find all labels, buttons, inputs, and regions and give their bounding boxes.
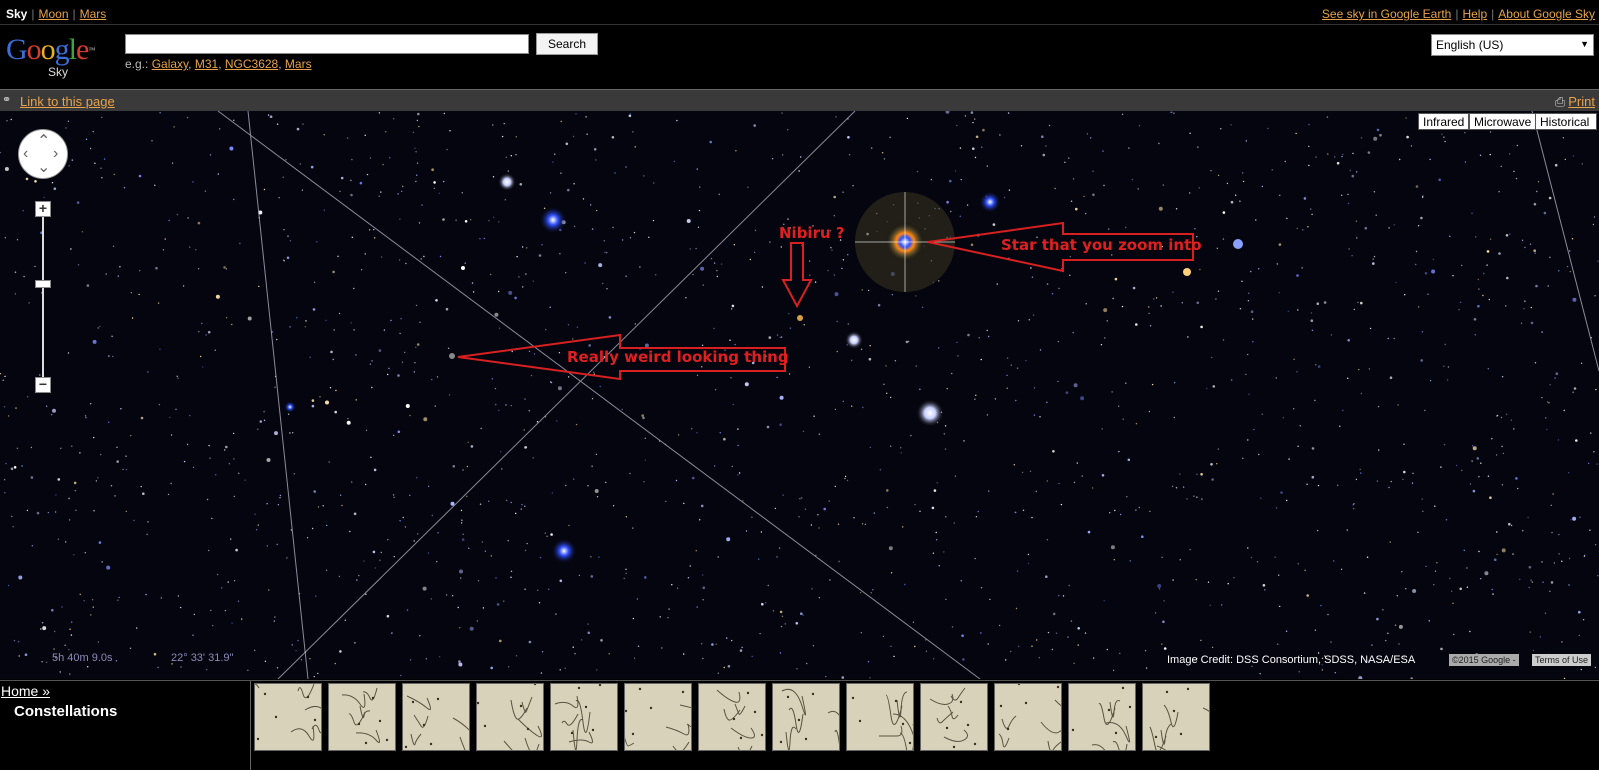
zoom-slider-handle[interactable] [35, 280, 51, 288]
constellation-illustration [1069, 684, 1135, 750]
chain-link-icon: ⚭ [2, 94, 12, 106]
constellation-illustration [1143, 684, 1209, 750]
pan-left-icon[interactable]: ‹ [23, 146, 28, 162]
terms-of-use-link[interactable]: Terms of Use [1532, 654, 1592, 666]
infrared-button[interactable]: Infrared [1418, 113, 1470, 130]
sky-map[interactable]: Nibiru ? Star that you zoom into Really … [0, 111, 1599, 679]
logo-subtitle: Sky [48, 65, 69, 79]
constellation-thumbnail[interactable] [698, 683, 766, 751]
zoom-out-button[interactable]: − [35, 377, 51, 393]
chevron-down-icon: ▼ [1580, 39, 1589, 49]
copyright: ©2015 Google - [1449, 654, 1519, 666]
constellation-thumbnail[interactable] [920, 683, 988, 751]
constellation-thumbnail[interactable] [1142, 683, 1210, 751]
gallery-sidebar: Home » Constellations [0, 681, 251, 770]
bright-stars [284, 173, 1243, 564]
language-select[interactable]: English (US) ▼ [1431, 34, 1594, 56]
example-ngc3628-link[interactable]: NGC3628 [225, 57, 278, 71]
constellation-thumbnail[interactable] [550, 683, 618, 751]
nav-moon-link[interactable]: Moon [38, 7, 68, 21]
header: Google™ Sky Search e.g.: Galaxy, M31, NG… [0, 25, 1599, 87]
link-bar: ⚭ Link to this page ⎙ Print [0, 89, 1599, 112]
constellation-thumbnail[interactable] [402, 683, 470, 751]
constellation-illustration [625, 684, 691, 750]
constellation-thumbnail[interactable] [476, 683, 544, 751]
constellation-thumbnail[interactable] [254, 683, 322, 751]
constellation-thumbnail[interactable] [1068, 683, 1136, 751]
printer-icon: ⎙ [1554, 94, 1566, 109]
constellation-thumbnail[interactable] [772, 683, 840, 751]
nav-sky: Sky [6, 7, 28, 21]
link-to-page[interactable]: Link to this page [20, 94, 115, 109]
declination-readout: 22° 33' 31.9" [171, 652, 234, 664]
bottom-panel: Home » Constellations [0, 680, 1599, 770]
constellation-illustration [773, 684, 839, 750]
constellation-thumbnail[interactable] [328, 683, 396, 751]
constellation-illustration [255, 684, 321, 750]
starfield [0, 111, 1599, 679]
pan-right-icon[interactable]: › [53, 146, 58, 162]
example-mars-link[interactable]: Mars [285, 57, 312, 71]
nav-mars-link[interactable]: Mars [80, 7, 107, 21]
search-button[interactable]: Search [536, 33, 598, 55]
constellation-illustration [921, 684, 987, 750]
print-link[interactable]: Print [1568, 94, 1595, 109]
top-links: See sky in Google Earth | Help | About Googl… [1321, 7, 1595, 21]
annotation-weird: Really weird looking thing [567, 348, 789, 366]
top-nav: Sky | Moon | Mars See sky in Google Earth | He… [0, 0, 1599, 25]
constellation-illustration [477, 684, 543, 750]
zoom-in-button[interactable]: + [35, 201, 51, 217]
constellation-illustration [847, 684, 913, 750]
pan-down-icon[interactable]: ⌄ [37, 160, 50, 176]
microwave-button[interactable]: Microwave [1469, 113, 1537, 130]
google-earth-link[interactable]: See sky in Google Earth [1322, 7, 1451, 21]
constellation-illustration [995, 684, 1061, 750]
zoom-slider-track[interactable] [42, 216, 44, 386]
product-switcher: Sky | Moon | Mars [6, 7, 107, 21]
historical-button[interactable]: Historical [1535, 113, 1597, 130]
logo-wordmark: Google™ [6, 33, 95, 66]
sky-canvas[interactable] [0, 111, 1599, 679]
pan-up-icon[interactable]: ⌃ [37, 134, 50, 150]
home-breadcrumb-link[interactable]: Home » [1, 683, 50, 699]
constellation-illustration [699, 684, 765, 750]
constellation-thumbnail[interactable] [994, 683, 1062, 751]
example-galaxy-link[interactable]: Galaxy [152, 57, 188, 71]
search-input[interactable] [125, 34, 529, 54]
about-link[interactable]: About Google Sky [1498, 7, 1595, 21]
annotation-star: Star that you zoom into [1001, 236, 1202, 254]
help-link[interactable]: Help [1462, 7, 1487, 21]
constellation-illustration [551, 684, 617, 750]
constellation-illustration [403, 684, 469, 750]
google-sky-logo[interactable]: Google™ Sky [6, 33, 116, 80]
constellation-illustration [329, 684, 395, 750]
search-examples: e.g.: Galaxy, M31, NGC3628, Mars [125, 57, 312, 71]
annotation-nibiru: Nibiru ? [779, 224, 845, 242]
constellation-thumbnail[interactable] [624, 683, 692, 751]
gallery-title: Constellations [14, 703, 118, 720]
print-link-wrap[interactable]: ⎙ Print [1555, 94, 1595, 110]
image-credit: Image Credit: DSS Consortium, SDSS, NASA… [1167, 654, 1416, 666]
right-ascension-readout: 5h 40m 9.0s [52, 652, 113, 664]
example-m31-link[interactable]: M31 [195, 57, 218, 71]
pan-control[interactable]: ⌃ ⌄ ‹ › [18, 129, 68, 179]
constellation-thumbnail[interactable] [846, 683, 914, 751]
